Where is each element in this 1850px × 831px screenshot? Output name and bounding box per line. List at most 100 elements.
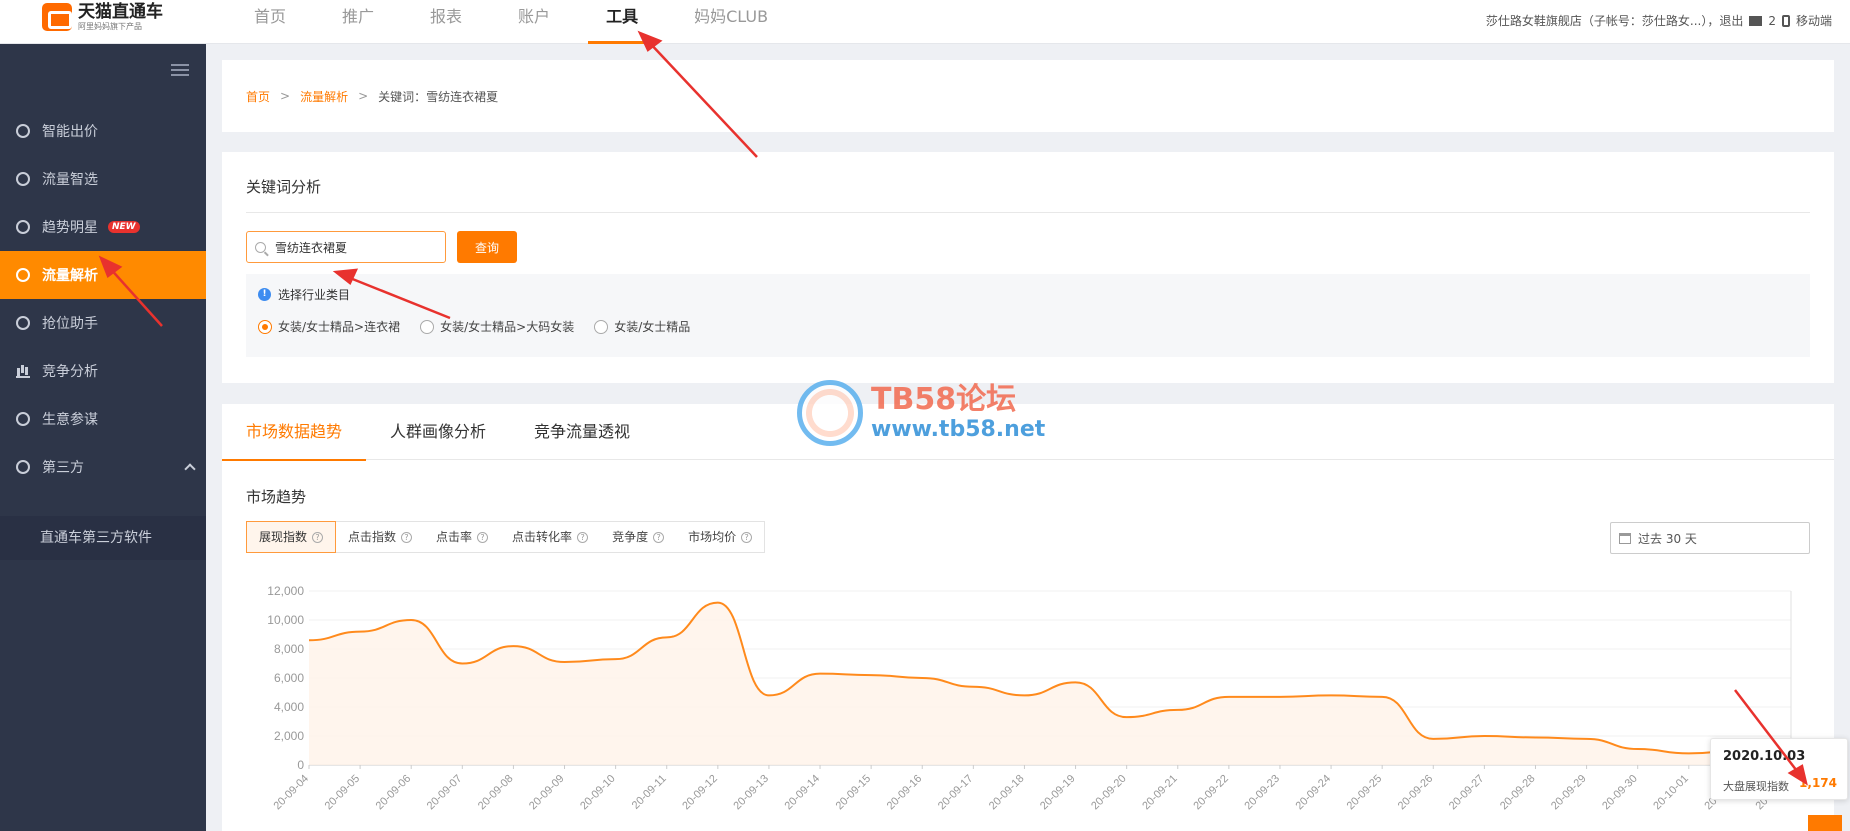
mobile-icon[interactable] [1781, 14, 1790, 27]
nav-reports[interactable]: 报表 [412, 0, 480, 44]
brand-logo[interactable]: 天猫直通车 阿里妈妈旗下产品 [42, 2, 163, 32]
nav-home[interactable]: 首页 [236, 0, 304, 44]
radio-unselected-icon[interactable] [594, 319, 609, 334]
date-range-select[interactable]: 过去 30 天 [1610, 522, 1810, 554]
sidebar-item-traffic-select[interactable]: 流量智选 [0, 155, 206, 203]
trend-star-icon [16, 220, 30, 234]
rank-helper-icon [16, 316, 30, 330]
metric-label[interactable]: 市场均价 [688, 522, 736, 552]
metric-label[interactable]: 点击指数 [348, 522, 396, 552]
search-icon [255, 241, 266, 253]
x-tick-label: 20-09-13 [731, 773, 771, 813]
date-range-value[interactable]: 过去 30 天 [1638, 530, 1697, 547]
sidebar-item-label: 趋势明星 [42, 220, 98, 236]
breadcrumb-home[interactable]: 首页 [246, 88, 270, 105]
radio-selected-icon[interactable] [258, 319, 272, 334]
x-tick-label: 20-09-10 [578, 773, 618, 813]
sidebar-item-trend-star[interactable]: 趋势明星 NEW [0, 203, 206, 251]
category-radio-plus-size[interactable]: 女装/女士精品>大码女装 [420, 318, 574, 335]
watermark-title: TB58论坛 [871, 382, 1017, 417]
x-tick-label: 20-09-08 [476, 773, 516, 813]
sidebar-item-third-party[interactable]: 第三方 [0, 443, 206, 491]
x-tick-label: 20-09-15 [834, 773, 874, 813]
x-tick-label: 20-09-04 [271, 773, 311, 813]
metric-label[interactable]: 展现指数 [259, 522, 307, 552]
series-area [309, 602, 1791, 765]
traffic-select-icon [16, 172, 30, 186]
sidebar-item-label: 第三方 [42, 460, 84, 476]
metric-ctr[interactable]: 点击率? [424, 522, 500, 552]
tab-market-trend[interactable]: 市场数据趋势 [222, 404, 367, 461]
mail-icon[interactable] [1749, 15, 1763, 26]
category-title-text: 选择行业类目 [278, 288, 351, 302]
breadcrumb-separator: > [280, 89, 291, 103]
chevron-up-icon[interactable] [184, 463, 196, 475]
category-radio-dress[interactable]: 女装/女士精品>连衣裙 [258, 318, 400, 335]
keyword-analysis-title: 关键词分析 [246, 178, 322, 196]
query-button[interactable]: 查询 [457, 231, 517, 263]
sidebar-item-label: 流量解析 [42, 268, 98, 284]
account-info[interactable]: 莎仕路女鞋旗舰店（子帐号：莎仕路女...），退出 [1486, 12, 1743, 29]
chart-tooltip: 2020.10.03 大盘展现指数 1,174 [1710, 738, 1848, 800]
sidebar-subitem-third-party-software[interactable]: 直通车第三方软件 [0, 516, 206, 560]
category-radio-womens[interactable]: 女装/女士精品 [594, 318, 690, 335]
help-icon[interactable]: ? [312, 531, 324, 543]
help-icon[interactable]: ? [577, 531, 589, 543]
nav-account[interactable]: 账户 [500, 0, 568, 44]
x-tick-label: 20-09-06 [374, 773, 414, 813]
floating-action-button[interactable] [1808, 815, 1842, 831]
divider [246, 212, 1810, 213]
metric-conversion-rate[interactable]: 点击转化率? [500, 522, 600, 552]
help-icon[interactable]: ? [741, 531, 753, 543]
keyword-search-input[interactable]: 雪纺连衣裙夏 [246, 231, 446, 263]
breadcrumb-separator: > [358, 89, 369, 103]
category-label[interactable]: 女装/女士精品 [614, 318, 690, 335]
x-tick-label: 20-09-27 [1447, 773, 1487, 813]
calendar-icon [1619, 532, 1631, 544]
nav-tools[interactable]: 工具 [588, 0, 657, 44]
sidebar-item-business-advisor[interactable]: 生意参谋 [0, 395, 206, 443]
traffic-analysis-icon [16, 268, 30, 282]
x-tick-label: 20-09-25 [1345, 773, 1385, 813]
account-area: 莎仕路女鞋旗舰店（子帐号：莎仕路女...），退出 2 移动端 [1480, 12, 1832, 29]
x-tick-label: 20-09-23 [1242, 773, 1282, 813]
breadcrumb-section[interactable]: 流量解析 [300, 88, 348, 105]
tab-audience-profile[interactable]: 人群画像分析 [366, 404, 510, 460]
mail-count[interactable]: 2 [1768, 14, 1776, 28]
sidebar-item-traffic-analysis[interactable]: 流量解析 [0, 251, 206, 299]
help-icon[interactable]: ? [401, 531, 413, 543]
sidebar-item-label: 抢位助手 [42, 316, 98, 332]
sidebar-item-smart-bid[interactable]: 智能出价 [0, 107, 206, 155]
y-tick-label: 8,000 [274, 642, 304, 656]
compass-icon [16, 412, 30, 426]
radio-unselected-icon[interactable] [420, 319, 435, 334]
x-tick-label: 20-09-14 [783, 773, 823, 813]
metric-clicks[interactable]: 点击指数? [336, 522, 424, 552]
metric-label[interactable]: 点击转化率 [512, 522, 572, 552]
keyword-search-value[interactable]: 雪纺连衣裙夏 [275, 239, 347, 256]
x-tick-label: 20-09-16 [885, 773, 925, 813]
new-badge: NEW [108, 221, 140, 233]
x-tick-label: 20-09-11 [630, 773, 669, 812]
sidebar-item-competition[interactable]: 竞争分析 [0, 347, 206, 395]
bar-chart-icon [16, 364, 30, 378]
tab-competition-traffic[interactable]: 竞争流量透视 [510, 404, 654, 460]
category-label[interactable]: 女装/女士精品>连衣裙 [278, 318, 400, 335]
metric-avg-price[interactable]: 市场均价? [676, 522, 764, 552]
mobile-link[interactable]: 移动端 [1796, 12, 1832, 29]
nav-promotion[interactable]: 推广 [324, 0, 392, 44]
help-icon[interactable]: ? [477, 531, 489, 543]
market-trend-title: 市场趋势 [246, 488, 307, 506]
nav-mama-club[interactable]: 妈妈CLUB [676, 0, 786, 44]
x-tick-label: 20-09-21 [1140, 773, 1180, 813]
x-tick-label: 20-09-17 [936, 773, 976, 813]
sidebar-item-rank-helper[interactable]: 抢位助手 [0, 299, 206, 347]
category-label[interactable]: 女装/女士精品>大码女装 [440, 318, 574, 335]
x-tick-label: 20-09-05 [323, 773, 363, 813]
metric-label[interactable]: 竞争度 [612, 522, 648, 552]
metric-label[interactable]: 点击率 [436, 522, 472, 552]
metric-competition[interactable]: 竞争度? [600, 522, 676, 552]
metric-impressions[interactable]: 展现指数? [246, 521, 337, 553]
collapse-menu-icon[interactable] [171, 64, 189, 76]
help-icon[interactable]: ? [653, 531, 665, 543]
